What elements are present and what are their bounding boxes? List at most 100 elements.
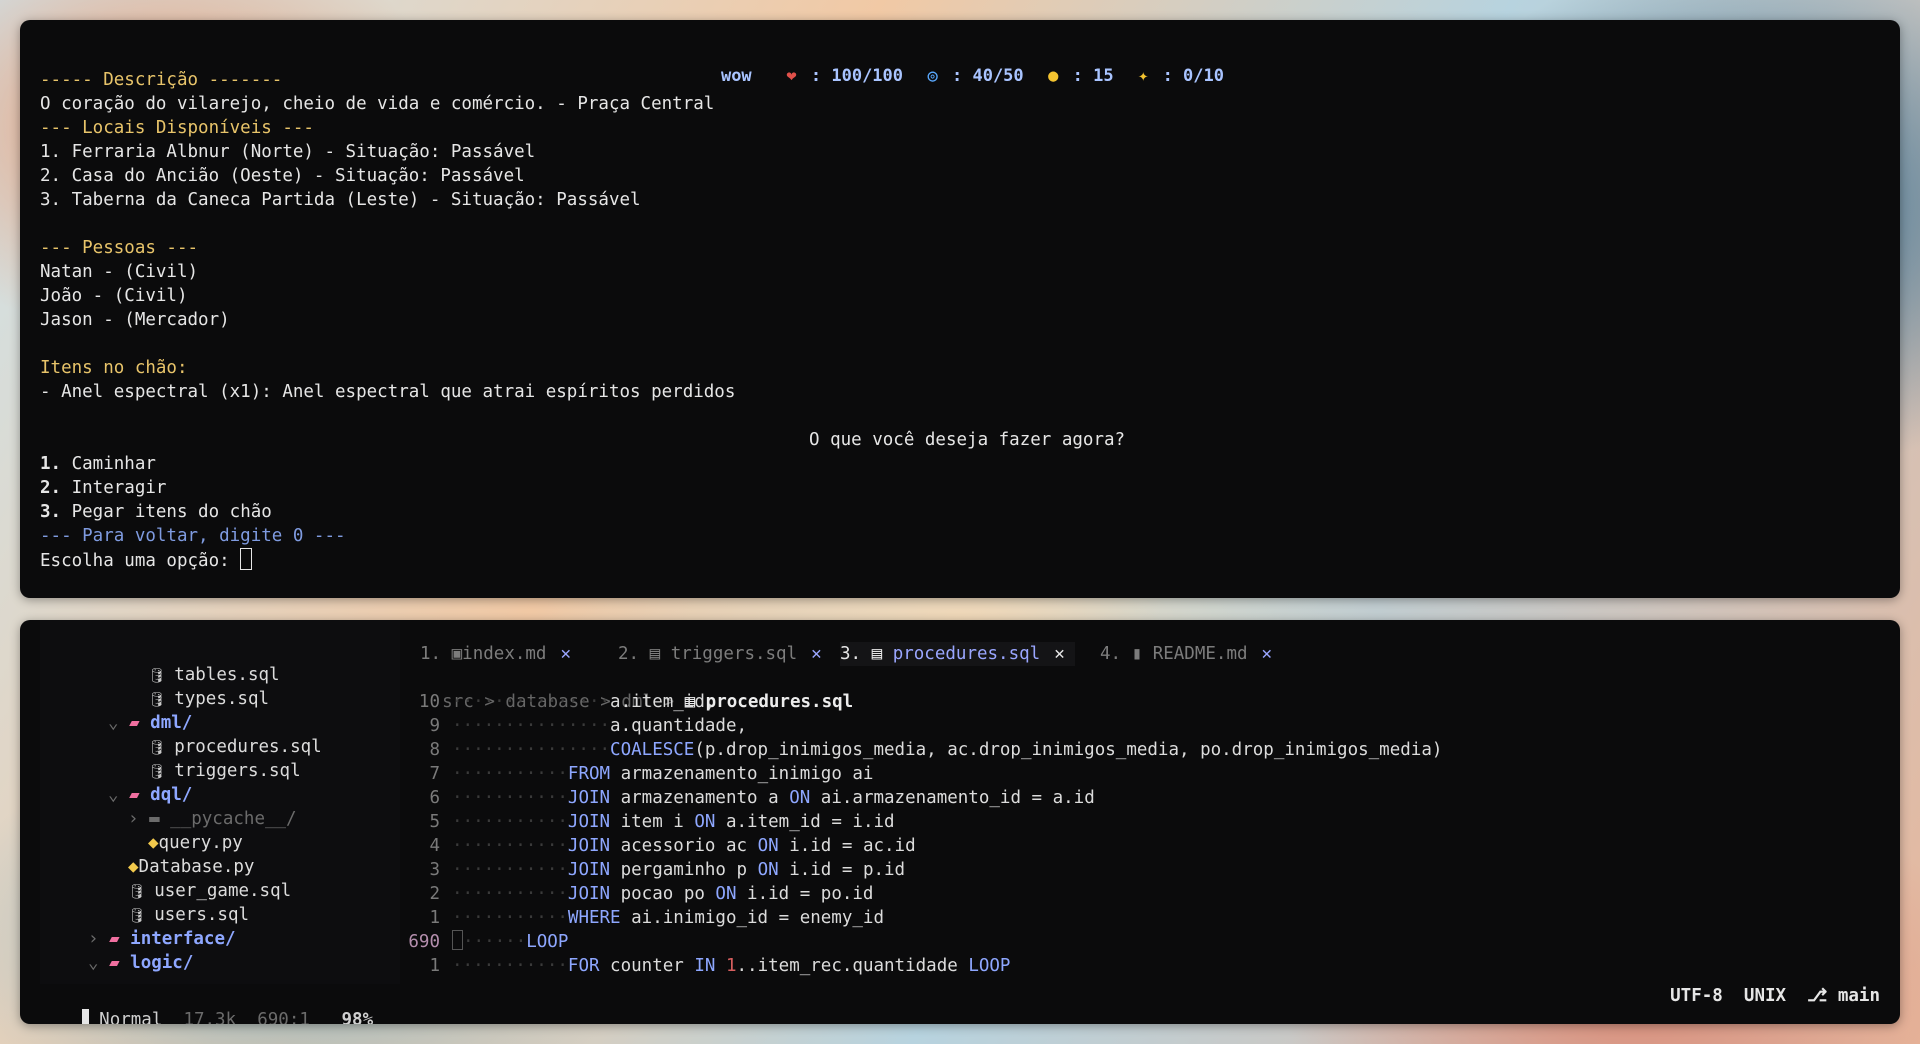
encoding: UTF-8 [1670, 986, 1723, 1006]
code-line[interactable]: 1 ···········FOR counter IN 1..item_rec.q… [400, 954, 1010, 978]
database-icon: ▤ [649, 644, 671, 664]
hud-hp: 100/100 [831, 66, 904, 86]
status-line: Normal 17.3k 690:1 98% UTF-8 UNIX ⎇ main [40, 984, 1880, 1024]
editor-window: 🛢 tables.sql 🛢 types.sql ⌄ ▰ dml/ 🛢 proc… [20, 620, 1900, 1024]
option-number: 3. [40, 502, 62, 522]
scroll-percent: 98% [341, 1010, 374, 1024]
tab-bar: 1. ▣index.md ✕ 2. ▤ triggers.sql ✕ 3. ▤ pr… [400, 642, 1880, 666]
option-number: 2. [40, 478, 62, 498]
option-label: Pegar itens do chão [61, 502, 272, 522]
tree-folder[interactable]: › ▰ interface/ [88, 927, 236, 951]
tree-file[interactable]: 🛢 tables.sql [148, 663, 280, 688]
code-line-current[interactable]: 690 ······LOOP [400, 930, 568, 954]
close-icon[interactable]: ✕ [1054, 644, 1065, 664]
tab-index-md[interactable]: 1. ▣index.md ✕ [420, 642, 571, 666]
python-icon: ◆ [128, 857, 139, 877]
mode-indicator [82, 1009, 90, 1024]
code-line[interactable]: 8 ···············COALESCE(p.drop_inimigos… [400, 738, 1442, 762]
database-icon: 🛢 [148, 692, 175, 708]
code-line[interactable]: 10 ···············a.item_id, [400, 690, 715, 714]
code-line[interactable]: 4 ···········JOIN acessorio ac ON i.id = … [400, 834, 915, 858]
tree-file[interactable]: 🛢 types.sql [148, 687, 269, 712]
hud-gold: 15 [1093, 66, 1114, 86]
tree-folder[interactable]: › ▬ __pycache__/ [128, 807, 297, 831]
option-caminhar: 1. Caminhar [40, 452, 156, 476]
folder-icon: ▬ [149, 809, 171, 829]
close-icon[interactable]: ✕ [811, 644, 822, 664]
chevron-down-icon: ⌄ [108, 785, 130, 805]
database-icon: 🛢 [148, 764, 175, 780]
option-interagir: 2. Interagir [40, 476, 166, 500]
file-tree: 🛢 tables.sql 🛢 types.sql ⌄ ▰ dml/ 🛢 proc… [40, 620, 400, 984]
code-line[interactable]: 7 ···········FROM armazenamento_inimigo a… [400, 762, 873, 786]
git-branch: main [1837, 986, 1880, 1006]
tree-folder[interactable]: ⌄ ▰ dql/ [108, 783, 192, 807]
folder-open-icon: ▰ [129, 785, 151, 805]
option-label: Interagir [61, 478, 167, 498]
chevron-down-icon: ⌄ [108, 713, 130, 733]
tab-readme-md[interactable]: 4. ▮ README.md ✕ [1100, 642, 1272, 666]
git-branch-icon: ⎇ [1807, 986, 1838, 1006]
tree-file[interactable]: 🛢 users.sql [128, 903, 249, 928]
code-line[interactable]: 2 ···········JOIN pocao po ON i.id = po.i… [400, 882, 873, 906]
pessoa-item: Natan - (Civil) [40, 262, 199, 282]
editor-cursor [452, 930, 463, 950]
breadcrumb-current-file: procedures.sql [705, 692, 854, 712]
database-icon: 🛢 [148, 740, 175, 756]
pessoa-item: João - (Civil) [40, 286, 188, 306]
prompt-text: Escolha uma opção: [40, 551, 241, 571]
hud-mana: 40/50 [972, 66, 1024, 86]
code-line[interactable]: 1 ···········WHERE ai.inimigo_id = enemy_… [400, 906, 884, 930]
tree-file[interactable]: 🛢 procedures.sql [148, 735, 322, 760]
pessoas-header: --- Pessoas --- [40, 238, 199, 258]
mana-icon: ◎ [927, 66, 938, 86]
folder-icon: ▰ [109, 929, 131, 949]
question-text: O que você deseja fazer agora? [809, 430, 1126, 450]
chao-item: - Anel espectral (x1): Anel espectral qu… [40, 382, 736, 402]
database-icon: ▤ [871, 644, 893, 664]
back-hint: --- Para voltar, digite 0 --- [40, 526, 346, 546]
close-icon[interactable]: ✕ [1262, 644, 1273, 664]
text-cursor[interactable] [240, 548, 253, 570]
tab-procedures-sql[interactable]: 3. ▤ procedures.sql ✕ [840, 642, 1075, 666]
tree-file[interactable]: ◆query.py [148, 831, 243, 855]
pessoa-item: Jason - (Mercador) [40, 310, 230, 330]
chevron-down-icon: ⌄ [88, 953, 110, 973]
option-number: 1. [40, 454, 62, 474]
code-line[interactable]: 3 ···········JOIN pergaminho p ON i.id = … [400, 858, 905, 882]
cursor-position: 690:1 [257, 1010, 310, 1024]
vim-mode: Normal [99, 1010, 163, 1024]
sparkle-icon: ✦ [1138, 66, 1149, 86]
database-icon: 🛢 [128, 908, 155, 924]
heart-icon: ❤ [786, 66, 797, 86]
desc-text: O coração do vilarejo, cheio de vida e c… [40, 94, 715, 114]
python-icon: ◆ [148, 833, 159, 853]
database-icon: 🛢 [148, 668, 175, 684]
folder-open-icon: ▰ [109, 953, 131, 973]
database-icon: 🛢 [128, 884, 155, 900]
file-size: 17.3k [183, 1010, 237, 1024]
folder-open-icon: ▰ [129, 713, 151, 733]
desc-header: ----- Descrição ------- [40, 70, 283, 90]
code-line[interactable]: 6 ···········JOIN armazenamento a ON ai.a… [400, 786, 1094, 810]
tree-file[interactable]: 🛢 triggers.sql [148, 759, 301, 784]
code-line[interactable]: 9 ···············a.quantidade, [400, 714, 747, 738]
option-pegar: 3. Pegar itens do chão [40, 500, 272, 524]
book-icon: ▮ [1131, 644, 1153, 664]
prompt-line[interactable]: Escolha uma opção: [40, 548, 253, 573]
chevron-right-icon: › [128, 809, 150, 829]
status-hud: wow ❤ : 100/100 ◎ : 40/50 ● : 15 ✦ : 0/1… [720, 66, 1224, 86]
chevron-right-icon: › [88, 929, 110, 949]
hud-xp: 0/10 [1183, 66, 1224, 86]
code-line[interactable]: 5 ···········JOIN item i ON a.item_id = i… [400, 810, 894, 834]
tree-file[interactable]: ◆Database.py [128, 855, 254, 879]
option-label: Caminhar [61, 454, 156, 474]
hud-title: wow [720, 66, 752, 86]
tree-file[interactable]: 🛢 user_game.sql [128, 879, 291, 904]
tree-folder[interactable]: ⌄ ▰ dml/ [108, 711, 192, 735]
close-icon[interactable]: ✕ [560, 644, 571, 664]
game-terminal-window: wow ❤ : 100/100 ◎ : 40/50 ● : 15 ✦ : 0/1… [20, 20, 1900, 598]
itens-header: Itens no chão: [40, 358, 188, 378]
tree-folder[interactable]: ⌄ ▰ logic/ [88, 951, 193, 975]
tab-triggers-sql[interactable]: 2. ▤ triggers.sql ✕ [618, 642, 822, 666]
